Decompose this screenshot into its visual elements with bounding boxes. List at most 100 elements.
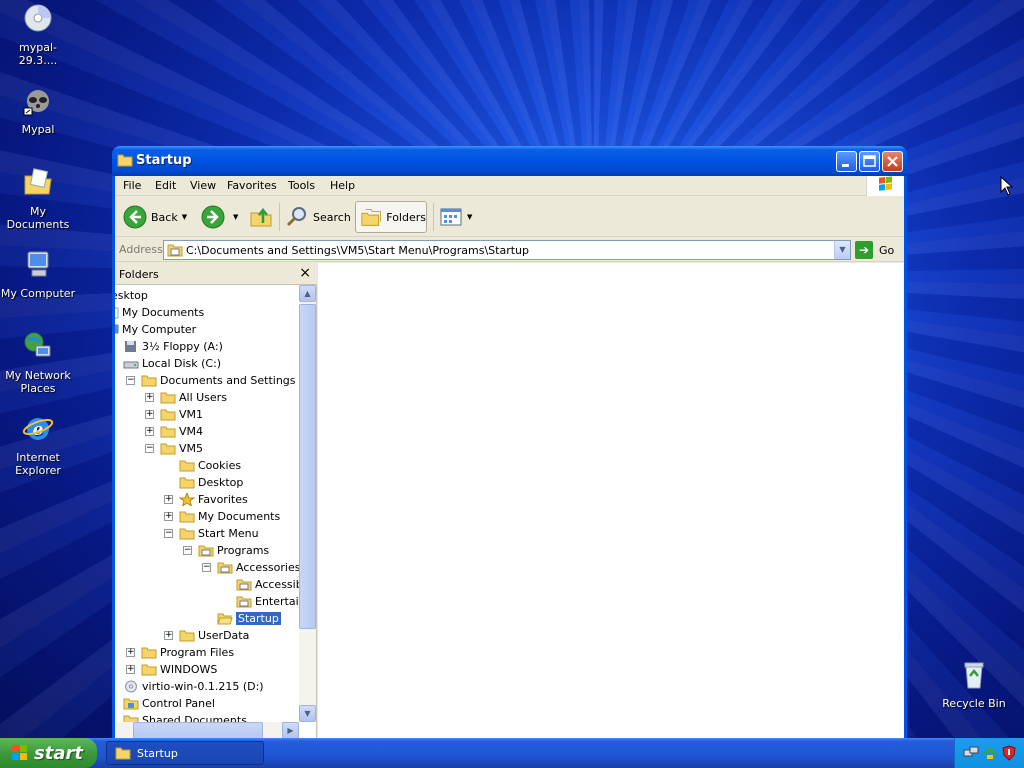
desktop-icon-my-documents[interactable]: My Documents (0, 166, 76, 231)
tree-item-shared-documents[interactable]: Shared Documents (123, 712, 247, 722)
menu-help[interactable]: Help (330, 179, 355, 192)
tree-item-local-disk[interactable]: Local Disk (C:) (123, 355, 221, 372)
tree-item-label: Accessories (236, 561, 299, 574)
title-bar[interactable]: Startup (112, 146, 907, 176)
security-shield-icon[interactable] (1001, 745, 1017, 761)
tree-item-documents-and-settings[interactable]: − Documents and Settings (126, 372, 296, 389)
tree-item-favorites[interactable]: + Favorites (164, 491, 248, 508)
tree-item-userdata[interactable]: + UserData (164, 627, 249, 644)
network-connection-icon[interactable] (963, 745, 979, 761)
scroll-thumb[interactable] (299, 304, 316, 629)
tree-item-label: Programs (217, 544, 270, 557)
menu-bar: File Edit View Favorites Tools Help (115, 176, 904, 196)
collapse-icon[interactable]: − (183, 546, 192, 555)
tree-item-floppy[interactable]: 3½ Floppy (A:) (123, 338, 223, 355)
menu-edit[interactable]: Edit (155, 179, 176, 192)
tree-item-cookies[interactable]: Cookies (179, 457, 241, 474)
tree-item-entertainment[interactable]: Entertair (236, 593, 299, 610)
tree-item-label: Documents and Settings (160, 374, 296, 387)
tree-item-vm5[interactable]: − VM5 (145, 440, 203, 457)
collapse-icon[interactable]: − (202, 563, 211, 572)
standard-toolbar: Back ▼ ▼ Search Folders ▼ (115, 197, 904, 237)
tree-item-desktop-vm5[interactable]: Desktop (179, 474, 243, 491)
tree-item-vm4[interactable]: + VM4 (145, 423, 203, 440)
tree-item-cd-drive[interactable]: virtio-win-0.1.215 (D:) (123, 678, 264, 695)
tree-item-label: My Documents (198, 510, 281, 523)
tree-item-startup-selected[interactable]: Startup (217, 610, 281, 627)
folder-icon (179, 477, 195, 489)
folders-pane-header: Folders × (115, 263, 317, 285)
tree-item-windows[interactable]: + WINDOWS (126, 661, 217, 678)
expand-icon[interactable]: + (164, 495, 173, 504)
expand-icon[interactable]: + (145, 427, 154, 436)
folder-tree: esktop My Documents My Computer 3½ Flopp… (115, 285, 299, 722)
expand-icon[interactable]: + (145, 410, 154, 419)
address-input[interactable]: C:\Documents and Settings\VM5\Start Menu… (163, 240, 851, 260)
up-folder-button[interactable] (249, 201, 273, 233)
collapse-icon[interactable]: − (164, 529, 173, 538)
desktop-icon-mypal[interactable]: Mypal (0, 84, 76, 136)
collapse-icon[interactable]: − (126, 376, 135, 385)
views-button[interactable]: ▼ (439, 201, 472, 233)
expand-icon[interactable]: + (164, 631, 173, 640)
start-button[interactable]: start (0, 738, 97, 768)
desktop-icon-recycle-bin[interactable]: Recycle Bin (936, 658, 1012, 710)
desktop-icon-internet-explorer[interactable]: e Internet Explorer (0, 412, 76, 477)
back-button[interactable]: Back ▼ (123, 201, 187, 233)
tree-item-label: VM1 (179, 408, 204, 421)
taskbar-button-startup[interactable]: Startup (106, 741, 264, 765)
scroll-up-icon[interactable]: ▲ (299, 285, 316, 302)
folders-pane-close-icon[interactable]: × (299, 265, 311, 281)
desktop-icon-mypal-installer[interactable]: mypal-29.3.... (0, 2, 76, 67)
menu-tools[interactable]: Tools (288, 179, 315, 192)
horizontal-scroll-thumb[interactable] (133, 722, 263, 739)
safely-remove-hardware-icon[interactable] (982, 745, 998, 761)
expand-icon[interactable]: + (145, 393, 154, 402)
horizontal-scrollbar[interactable]: ▶ (115, 722, 299, 739)
tree-item-control-panel[interactable]: Control Panel (123, 695, 215, 712)
address-label: Address (119, 243, 163, 256)
menu-file[interactable]: File (123, 179, 141, 192)
expand-icon[interactable]: + (164, 512, 173, 521)
back-dropdown-icon[interactable]: ▼ (182, 213, 187, 221)
scroll-right-icon[interactable]: ▶ (282, 722, 299, 739)
collapse-icon[interactable]: − (145, 444, 154, 453)
tree-item-start-menu[interactable]: − Start Menu (164, 525, 259, 542)
toolbar-separator (433, 203, 434, 231)
close-button[interactable] (882, 151, 903, 172)
tree-item-all-users[interactable]: + All Users (145, 389, 227, 406)
search-button[interactable]: Search (285, 201, 351, 233)
forward-dropdown-icon[interactable]: ▼ (233, 213, 238, 221)
address-dropdown-icon[interactable]: ▼ (834, 241, 850, 259)
tree-item-desktop[interactable]: esktop (115, 287, 148, 304)
desktop-icon-label: My Computer (0, 287, 76, 300)
expand-icon[interactable]: + (126, 648, 135, 657)
views-dropdown-icon[interactable]: ▼ (467, 213, 472, 221)
documents-folder-icon (115, 307, 119, 319)
tree-item-vm1[interactable]: + VM1 (145, 406, 203, 423)
desktop-icon-my-computer[interactable]: My Computer (0, 248, 76, 300)
scroll-down-icon[interactable]: ▼ (299, 705, 316, 722)
tree-item-programs[interactable]: − Programs (183, 542, 269, 559)
forward-button[interactable]: ▼ (201, 201, 238, 233)
tree-item-program-files[interactable]: + Program Files (126, 644, 234, 661)
taskbar-button-label: Startup (137, 746, 178, 760)
desktop-icon-my-network-places[interactable]: My Network Places (0, 330, 76, 395)
expand-icon[interactable]: + (126, 665, 135, 674)
tree-item-accessibility[interactable]: Accessib (236, 576, 299, 593)
folder-icon (160, 409, 176, 421)
go-button[interactable]: ➔ Go (855, 240, 894, 260)
cd-drive-icon (125, 680, 137, 693)
vertical-scrollbar[interactable]: ▲ ▼ (299, 285, 316, 722)
file-list-pane[interactable] (318, 263, 904, 740)
tree-item-my-documents[interactable]: My Documents (115, 304, 204, 321)
folders-button[interactable]: Folders (355, 201, 427, 233)
tree-item-my-computer[interactable]: My Computer (115, 321, 196, 338)
maximize-button[interactable] (859, 151, 880, 172)
explorer-window: Startup File Edit View Favorites Tools H… (112, 146, 907, 743)
tree-item-accessories[interactable]: − Accessories (202, 559, 299, 576)
menu-favorites[interactable]: Favorites (227, 179, 277, 192)
minimize-button[interactable] (836, 151, 857, 172)
tree-item-my-documents-vm5[interactable]: + My Documents (164, 508, 280, 525)
menu-view[interactable]: View (190, 179, 216, 192)
